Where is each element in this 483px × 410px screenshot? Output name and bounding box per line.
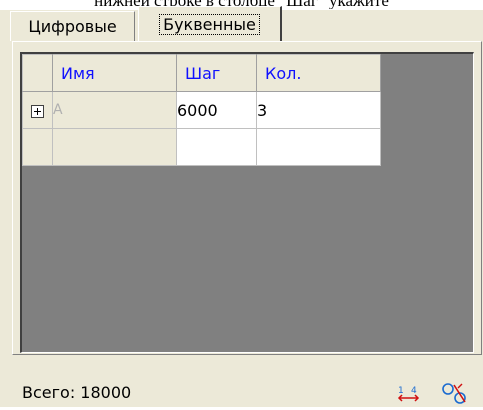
tab-digital[interactable]: Цифровые — [10, 11, 135, 41]
row-indicator — [22, 128, 53, 166]
total-value: 18000 — [80, 383, 132, 402]
sort-arrows-icon[interactable]: 1 4 — [396, 382, 422, 404]
cell-step[interactable] — [176, 128, 257, 166]
row-expander[interactable] — [22, 91, 53, 129]
column-header-step[interactable]: Шаг — [176, 54, 257, 92]
cell-name[interactable]: А — [52, 91, 177, 129]
total-label: Всего: — [22, 383, 76, 402]
tab-letter-label: Буквенные — [159, 14, 260, 35]
svg-text:1: 1 — [398, 386, 404, 396]
cell-step[interactable]: 6000 — [176, 91, 257, 129]
table-row[interactable]: А 6000 3 — [22, 91, 381, 129]
cell-count[interactable] — [256, 128, 381, 166]
cell-name[interactable] — [52, 128, 177, 166]
column-header-count[interactable]: Кол. — [256, 54, 381, 92]
data-grid[interactable]: Имя Шаг Кол. А 6000 3 — [20, 52, 474, 353]
tab-letter[interactable]: Буквенные — [138, 6, 282, 42]
svg-text:4: 4 — [411, 386, 417, 396]
column-header-name[interactable]: Имя — [52, 54, 177, 92]
table-row[interactable] — [22, 128, 381, 166]
tool-settings-icon[interactable] — [438, 380, 472, 406]
tab-digital-label: Цифровые — [28, 17, 117, 36]
row-indicator-header — [22, 54, 53, 92]
grid-table: Имя Шаг Кол. А 6000 3 — [22, 54, 381, 166]
grid-header-row: Имя Шаг Кол. — [22, 54, 381, 92]
total-summary: Всего: 18000 — [22, 383, 131, 402]
expand-plus-icon[interactable] — [31, 104, 44, 118]
cell-count[interactable]: 3 — [256, 91, 381, 129]
